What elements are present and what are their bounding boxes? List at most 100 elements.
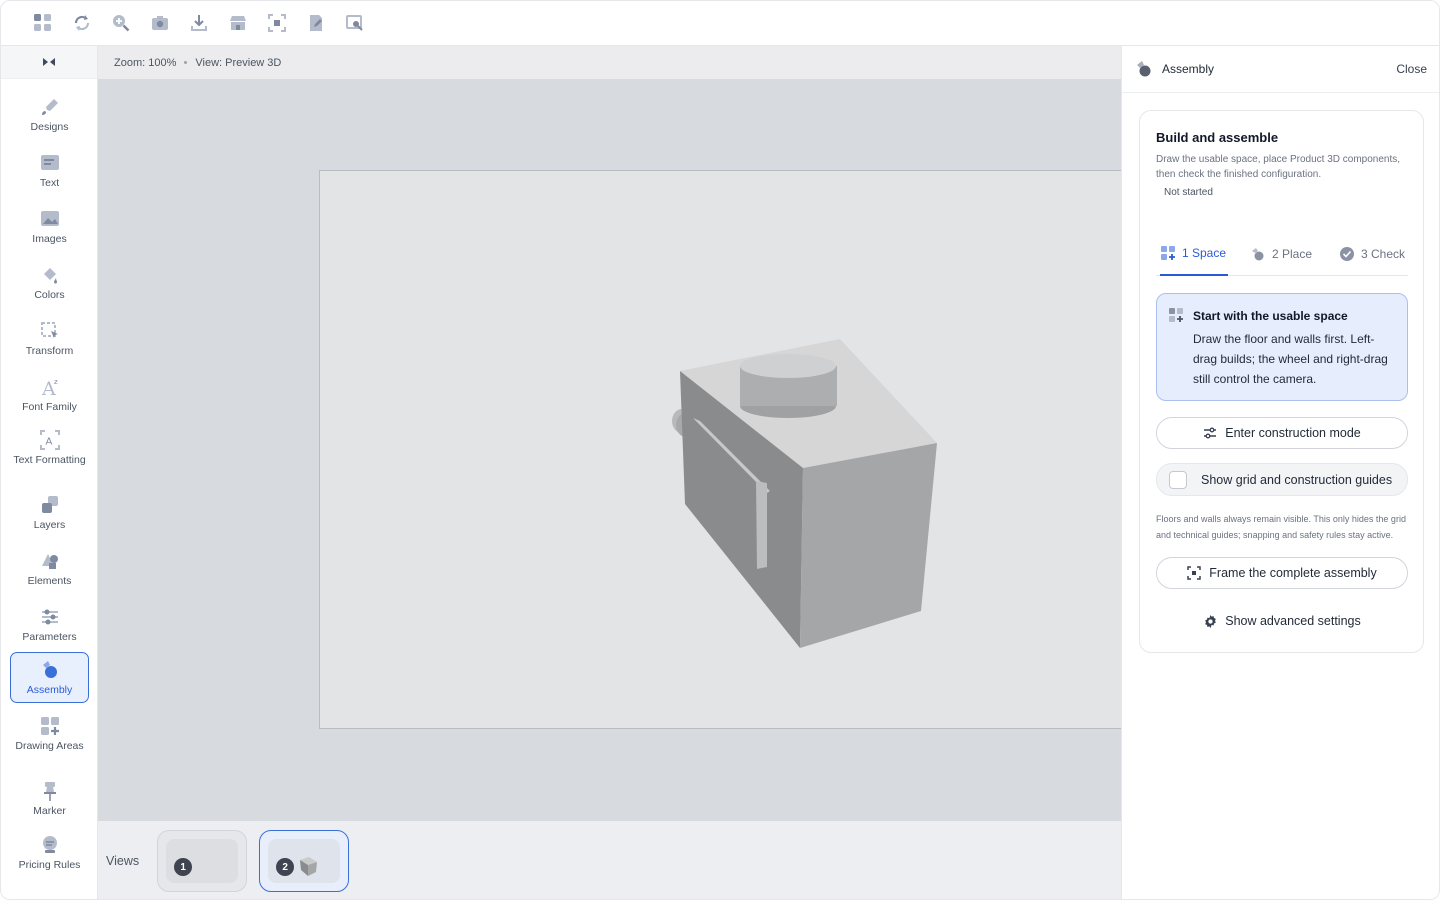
download-icon[interactable] [179,1,218,46]
text-formatting-icon: A [39,430,60,450]
card-description: Draw the usable space, place Product 3D … [1156,154,1401,180]
gear-icon [1205,614,1217,628]
hint-box: Start with the usable space Draw the flo… [1156,293,1408,401]
views-label: Views [106,854,140,868]
drawing-areas-icon [1169,308,1183,322]
pricing-rules-icon [42,836,57,853]
card-heading: Build and assemble [1156,130,1279,145]
view-thumbnail-1[interactable]: 1 [157,830,248,892]
sidebar-item-marker[interactable]: Marker [10,778,89,818]
rotate-icon[interactable] [62,1,101,46]
sidebar-item-assembly[interactable]: Assembly [10,652,89,703]
tab-check[interactable]: 3 Check [1339,231,1405,276]
check-circle-icon [1340,246,1354,261]
text-icon [40,155,59,170]
sidebar-item-label: Assembly [26,684,73,696]
svg-text:A: A [45,437,52,448]
sidebar-item-label: Designs [30,121,69,133]
build-assemble-card: Build and assemble Draw the usable space… [1139,110,1424,653]
sidebar-item-label: Colors [34,289,65,301]
sidebar-item-label: Marker [33,805,66,817]
assembly-panel: Assembly Close Build and assemble Draw t… [1121,46,1439,899]
hint-body: Draw the floor and walls first. Left-dra… [1193,332,1388,386]
button-label: Frame the complete assembly [1209,566,1377,580]
sidebar-item-elements[interactable]: Elements [10,548,89,588]
sidebar-item-layers[interactable]: Layers [10,492,89,532]
fit-screen-icon [1187,566,1202,580]
tab-space[interactable]: 1 Space [1160,231,1229,276]
close-button[interactable]: Close [1396,62,1427,76]
sidebar-item-pricing-rules[interactable]: Pricing Rules [10,832,89,882]
store-icon[interactable] [218,1,257,46]
marker-icon [43,782,56,801]
collapse-sidebar-button[interactable] [1,46,97,79]
product-3d-model[interactable] [320,171,1140,730]
design-stage[interactable] [319,170,1139,729]
zoom-in-icon[interactable] [101,1,140,46]
collapse-icon [43,58,55,66]
separator-dot [184,61,188,64]
sidebar-item-label: Pricing Rules [18,859,81,871]
sidebar-item-label: Parameters [22,631,77,643]
left-sidebar: Designs Text Images Colors Transform Az … [1,46,98,899]
app-window: Designs Text Images Colors Transform Az … [0,0,1440,900]
sidebar-item-transform[interactable]: Transform [10,318,89,358]
frame-assembly-button[interactable]: Frame the complete assembly [1156,557,1408,589]
sidebar-item-label: Transform [25,345,74,357]
enter-construction-button[interactable]: Enter construction mode [1156,417,1408,449]
assembly-icon [42,661,57,678]
view-number-badge: 1 [174,858,193,876]
sidebar-item-drawing-areas[interactable]: Drawing Areas [10,713,89,763]
fit-screen-icon[interactable] [257,1,296,46]
grid-note: Floors and walls always remain visible. … [1156,514,1406,540]
button-label: Enter construction mode [1225,426,1361,440]
sidebar-item-text-formatting[interactable]: A Text Formatting [10,427,89,477]
sidebar-item-font-family[interactable]: Az Font Family [10,374,89,414]
sidebar-item-colors[interactable]: Colors [10,262,89,302]
sidebar-item-label: Images [32,233,67,245]
sliders-icon [1204,427,1217,439]
grid-guides-toggle[interactable]: Show grid and construction guides [1156,463,1408,496]
status-badge: Not started [1164,187,1213,198]
assembly-icon [1137,61,1151,77]
sidebar-item-designs[interactable]: Designs [10,94,89,134]
tab-label: 2 Place [1272,246,1313,261]
top-toolbar [1,1,1439,46]
sidebar-item-label: Elements [27,575,72,587]
sidebar-item-images[interactable]: Images [10,206,89,246]
views-bar: Views 1 2 [98,821,1121,899]
transform-icon [40,322,58,338]
zoom-area-icon[interactable] [335,1,374,46]
image-icon [40,211,59,226]
layers-icon [41,496,58,513]
step-tabs: 1 Space 2 Place 3 Check [1156,231,1408,276]
paint-bucket-icon [43,268,57,284]
elements-icon [41,554,58,569]
view-mode: View: Preview 3D [195,56,282,69]
sidebar-item-label: Text [39,177,60,189]
cube-preview-icon [300,857,318,876]
grid-checkbox[interactable] [1169,470,1187,489]
view-thumbnail-2[interactable]: 2 [259,830,350,892]
edit-document-icon[interactable] [296,1,335,46]
sidebar-item-label: Font Family [22,401,77,413]
sidebar-item-label: Layers [33,519,66,531]
panel-title: Assembly [1162,62,1215,76]
hint-title: Start with the usable space [1193,309,1348,323]
sidebar-item-label: Drawing Areas [15,740,84,752]
tab-label: 1 Space [1182,245,1227,260]
button-label: Show advanced settings [1225,614,1361,628]
sidebar-item-parameters[interactable]: Parameters [10,604,89,644]
sidebar-item-text[interactable]: Text [10,150,89,190]
canvas-area[interactable] [98,79,1139,821]
tab-place[interactable]: 2 Place [1250,231,1312,276]
camera-icon[interactable] [140,1,179,46]
advanced-settings-button[interactable]: Show advanced settings [1156,609,1408,633]
view-number-badge: 2 [276,858,295,876]
svg-text:z: z [54,378,58,386]
toggle-label: Show grid and construction guides [1201,472,1393,487]
assembly-icon [1252,247,1264,260]
zoom-level: Zoom: 100% [114,56,177,69]
parameters-icon [41,609,58,625]
apps-icon[interactable] [23,1,62,46]
